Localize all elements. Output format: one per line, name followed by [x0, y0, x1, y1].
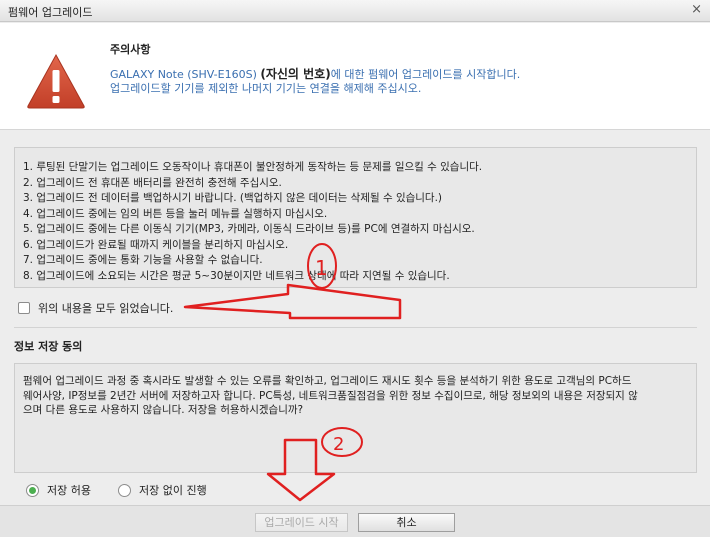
radio-no-save[interactable]: 저장 없이 진행 — [118, 482, 207, 498]
caution-list-box: 1. 루팅된 단말기는 업그레이드 오동작이나 휴대폰이 불안정하게 동작하는 … — [14, 147, 697, 288]
cancel-button[interactable]: 취소 — [358, 513, 455, 532]
caution-item: 7. 업그레이드 중에는 통화 기능을 사용할 수 없습니다. — [23, 254, 263, 266]
warning-triangle-icon — [27, 53, 85, 109]
caution-item: 6. 업그레이드가 완료될 때까지 케이블을 분리하지 마십시오. — [23, 238, 289, 251]
agree-label[interactable]: 위의 내용을 모두 읽었습니다. — [38, 300, 173, 316]
radio-allow-save[interactable]: 저장 허용 — [26, 482, 91, 498]
window-title: 펌웨어 업그레이드 — [8, 6, 93, 19]
caution-item: 8. 업그레이드에 소요되는 시간은 평균 5~30분이지만 네트워크 상태에 … — [23, 269, 450, 282]
agree-checkbox-row[interactable]: 위의 내용을 모두 읽었습니다. — [18, 300, 173, 316]
red-arrow-left-outline — [183, 283, 402, 320]
caution-item: 4. 업그레이드 중에는 임의 버튼 등을 눌러 메뉴를 실행하지 마십시오. — [23, 207, 328, 220]
radio-no-save-label[interactable]: 저장 없이 진행 — [139, 482, 207, 498]
save-consent-title: 정보 저장 동의 — [14, 340, 83, 353]
radio-allow-save-button[interactable] — [26, 483, 39, 497]
start-upgrade-button[interactable]: 업그레이드 시작 — [255, 513, 348, 532]
save-consent-line: 으며 다른 용도로 사용하지 않습니다. 저장을 허용하시겠습니까? — [23, 404, 304, 416]
notice-disconnect-line: 업그레이드할 기기를 제외한 나머지 기기는 연결을 해제해 주십시오. — [110, 82, 422, 95]
caution-item: 1. 루팅된 단말기는 업그레이드 오동작이나 휴대폰이 불안정하게 동작하는 … — [23, 161, 483, 173]
save-consent-box: 펌웨어 업그레이드 과정 중 혹시라도 발생할 수 있는 오류를 확인하고, 업… — [14, 363, 697, 473]
radio-allow-save-label[interactable]: 저장 허용 — [47, 482, 91, 498]
notice-title: 주의사항 — [110, 43, 151, 56]
section-divider — [14, 327, 697, 328]
notice-header: 주의사항 GALAXY Note (SHV-E160S) (자신의 번호)에 대… — [0, 23, 710, 130]
agree-checkbox[interactable] — [18, 302, 30, 314]
caution-item: 5. 업그레이드 중에는 다른 이동식 기기(MP3, 카메라, 이동식 드라이… — [23, 223, 475, 235]
caution-list: 1. 루팅된 단말기는 업그레이드 오동작이나 휴대폰이 불안정하게 동작하는 … — [23, 160, 688, 284]
close-icon[interactable]: × — [691, 2, 702, 17]
title-bar: 펌웨어 업그레이드 × — [0, 0, 710, 22]
caution-item: 3. 업그레이드 전 데이터를 백업하시기 바랍니다. (백업하지 않은 데이터… — [23, 192, 443, 204]
save-consent-line: 웨어사양, IP정보를 2년간 서버에 저장하고자 합니다. PC특성, 네트워… — [23, 389, 638, 402]
radio-no-save-button[interactable] — [118, 483, 131, 497]
save-consent-line: 펌웨어 업그레이드 과정 중 혹시라도 발생할 수 있는 오류를 확인하고, 업… — [23, 375, 632, 387]
caution-item: 2. 업그레이드 전 휴대폰 배터리를 완전히 충전해 주십시오. — [23, 176, 282, 189]
footer-bar: 업그레이드 시작 취소 — [0, 505, 710, 537]
notice-device-number: (자신의 번호) — [260, 67, 331, 81]
